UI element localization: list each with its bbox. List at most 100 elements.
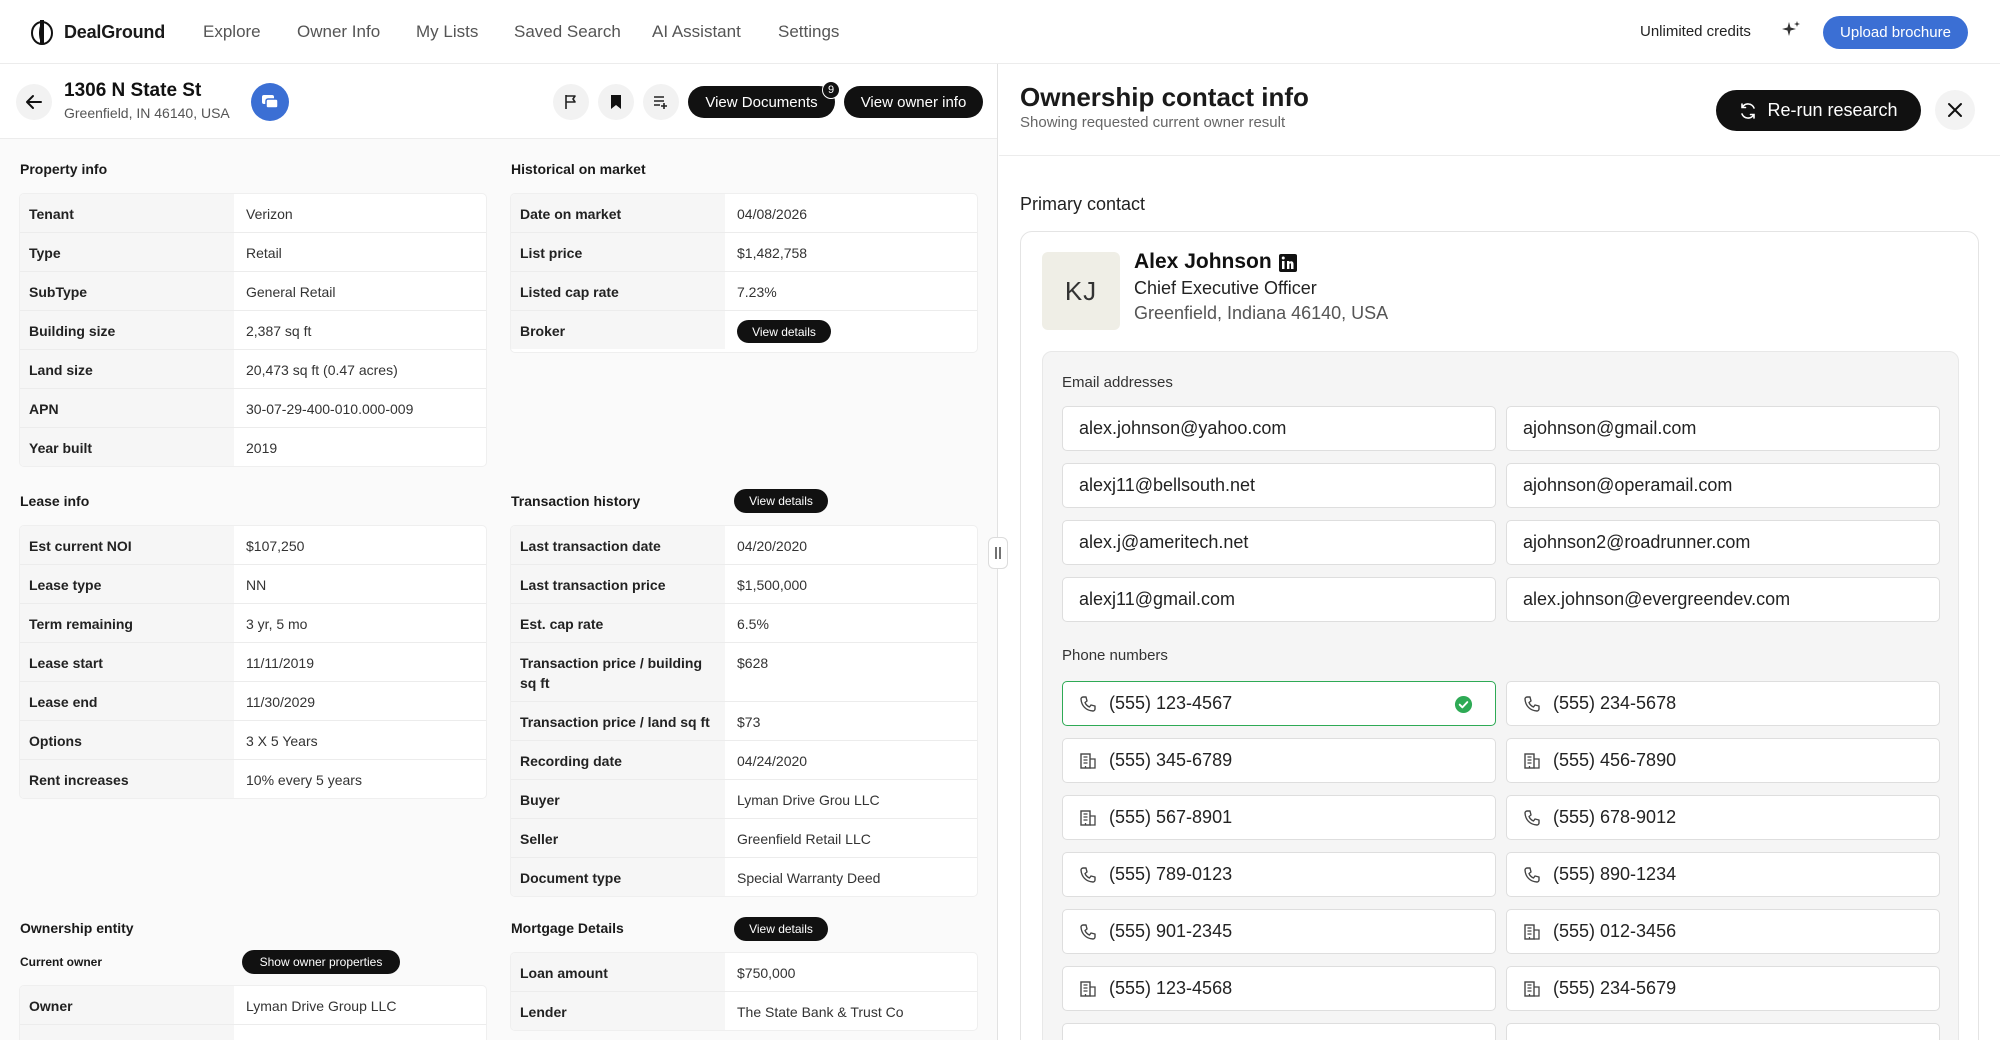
row-key: Lender [511, 992, 725, 1030]
nav-owner-info[interactable]: Owner Info [297, 22, 380, 42]
row-value: 7.23% [737, 284, 777, 300]
upload-brochure-button[interactable]: Upload brochure [1823, 16, 1968, 49]
add-to-list-button[interactable] [643, 84, 679, 120]
phone-field[interactable] [1062, 1023, 1496, 1040]
transaction-history-table: Last transaction date 04/20/2020 Last tra… [511, 526, 977, 896]
row-value: 2,387 sq ft [246, 323, 312, 339]
sparkle-icon[interactable] [1780, 19, 1802, 41]
row-key: Type [20, 233, 234, 271]
phone-field[interactable]: (555) 678-9012 [1506, 795, 1940, 840]
table-row: Type Retail [20, 233, 486, 272]
chat-button[interactable] [251, 83, 289, 121]
pane-resize-handle[interactable] [988, 537, 1008, 569]
rerun-research-button[interactable]: Re-run research [1716, 90, 1921, 131]
logo-icon [31, 20, 53, 45]
row-key: Transaction price / building sq ft [511, 643, 725, 701]
row-value: 20,473 sq ft (0.47 acres) [246, 362, 398, 378]
email-field[interactable]: alex.johnson@evergreendev.com [1506, 577, 1940, 622]
phone-icon [1080, 695, 1096, 712]
row-key: Lease start [20, 643, 234, 681]
phone-field[interactable]: (555) 345-6789 [1062, 738, 1496, 783]
phone-field[interactable]: (555) 567-8901 [1062, 795, 1496, 840]
phone-field[interactable] [1506, 1023, 1940, 1040]
table-row: Lease end 11/30/2029 [20, 682, 486, 721]
linkedin-icon[interactable] [1278, 253, 1298, 273]
phone-field[interactable]: (555) 901-2345 [1062, 909, 1496, 954]
table-row: Buyer Lyman Drive Grou LLC [511, 780, 977, 819]
nav-saved-search[interactable]: Saved Search [514, 22, 621, 42]
table-row: Term remaining 3 yr, 5 mo [20, 604, 486, 643]
close-panel-button[interactable] [1935, 90, 1975, 130]
table-row: Lender The State Bank & Trust Co [511, 992, 977, 1030]
phone-number: (555) 123-4567 [1109, 693, 1233, 713]
email-field[interactable]: alex.johnson@yahoo.com [1062, 406, 1496, 451]
property-info-table: Tenant Verizon Type Retail SubType General … [20, 194, 486, 466]
row-key: Lease end [20, 682, 234, 720]
broker-view-details-button[interactable]: View details [737, 320, 831, 343]
table-row: List price $1,482,758 [511, 233, 977, 272]
row-value: The State Bank & Trust Co [737, 1004, 904, 1020]
row-key: Address [20, 1025, 234, 1040]
phone-field[interactable]: (555) 234-5679 [1506, 966, 1940, 1011]
email-field[interactable]: ajohnson@gmail.com [1506, 406, 1940, 451]
table-row: Broker View details [511, 311, 977, 352]
contact-location: Greenfield, Indiana 46140, USA [1134, 303, 1389, 323]
phone-field[interactable]: (555) 012-3456 [1506, 909, 1940, 954]
email-field[interactable]: alexj11@gmail.com [1062, 577, 1496, 622]
row-key: SubType [20, 272, 234, 310]
row-value: 30-07-29-400-010.000-009 [246, 401, 414, 417]
phone-number: (555) 345-6789 [1109, 750, 1233, 770]
phone-field[interactable]: (555) 890-1234 [1506, 852, 1940, 897]
transaction-view-details-button[interactable]: View details [734, 489, 828, 513]
row-key: Lease type [20, 565, 234, 603]
email-field[interactable]: ajohnson@operamail.com [1506, 463, 1940, 508]
contact-role: Chief Executive Officer [1134, 278, 1317, 298]
view-documents-button[interactable]: View Documents [688, 86, 835, 118]
phone-field[interactable]: (555) 789-0123 [1062, 852, 1496, 897]
phone-number: (555) 234-5679 [1553, 978, 1677, 998]
phone-field[interactable]: (555) 234-5678 [1506, 681, 1940, 726]
view-owner-info-button[interactable]: View owner info [844, 86, 983, 118]
row-key: Date on market [511, 194, 725, 232]
table-row: Est. cap rate 6.5% [511, 604, 977, 643]
phone-field[interactable]: (555) 456-7890 [1506, 738, 1940, 783]
row-key: Owner [20, 986, 234, 1024]
email-field[interactable]: ajohnson2@roadrunner.com [1506, 520, 1940, 565]
row-key: Rent increases [20, 760, 234, 798]
back-button[interactable] [16, 84, 52, 120]
row-key: Last transaction date [511, 526, 725, 564]
email-field[interactable]: alexj11@bellsouth.net [1062, 463, 1496, 508]
phone-number: (555) 234-5678 [1553, 693, 1677, 713]
show-owner-properties-button[interactable]: Show owner properties [242, 950, 400, 974]
divider [999, 155, 2000, 156]
email-field[interactable]: alex.j@ameritech.net [1062, 520, 1496, 565]
office-phone-icon [1524, 752, 1540, 769]
nav-explore[interactable]: Explore [203, 22, 261, 42]
nav-ai-assistant[interactable]: AI Assistant [652, 22, 741, 42]
table-row: Land size 20,473 sq ft (0.47 acres) [20, 350, 486, 389]
refresh-icon [1741, 102, 1756, 119]
phone-number: (555) 012-3456 [1553, 921, 1677, 941]
row-key: Broker [511, 311, 725, 349]
phone-icon [1524, 866, 1540, 883]
nav-settings[interactable]: Settings [778, 22, 839, 42]
row-value: $628 [737, 655, 769, 671]
row-key: Est current NOI [20, 526, 234, 564]
row-value: $107,250 [246, 538, 305, 554]
table-row: Transaction price / building sq ft $628 [511, 643, 977, 702]
table-row: Loan amount $750,000 [511, 953, 977, 992]
row-value: $73 [737, 714, 761, 730]
bookmark-button[interactable] [598, 84, 634, 120]
flag-button[interactable] [553, 84, 589, 120]
brand[interactable]: DealGround [30, 19, 165, 45]
phone-field[interactable]: (555) 123-4567 [1062, 681, 1496, 726]
property-info-title: Property info [20, 161, 108, 177]
table-row: Address9650 Mitchell Dewitt Rd, Plain Ci… [20, 1025, 486, 1040]
phone-field[interactable]: (555) 123-4568 [1062, 966, 1496, 1011]
row-key: Transaction price / land sq ft [511, 702, 725, 740]
nav-my-lists[interactable]: My Lists [416, 22, 478, 42]
row-value: NN [246, 577, 267, 593]
mortgage-view-details-button[interactable]: View details [734, 917, 828, 941]
row-value: $1,500,000 [737, 577, 808, 593]
panel-title: Ownership contact info [1020, 82, 1309, 112]
